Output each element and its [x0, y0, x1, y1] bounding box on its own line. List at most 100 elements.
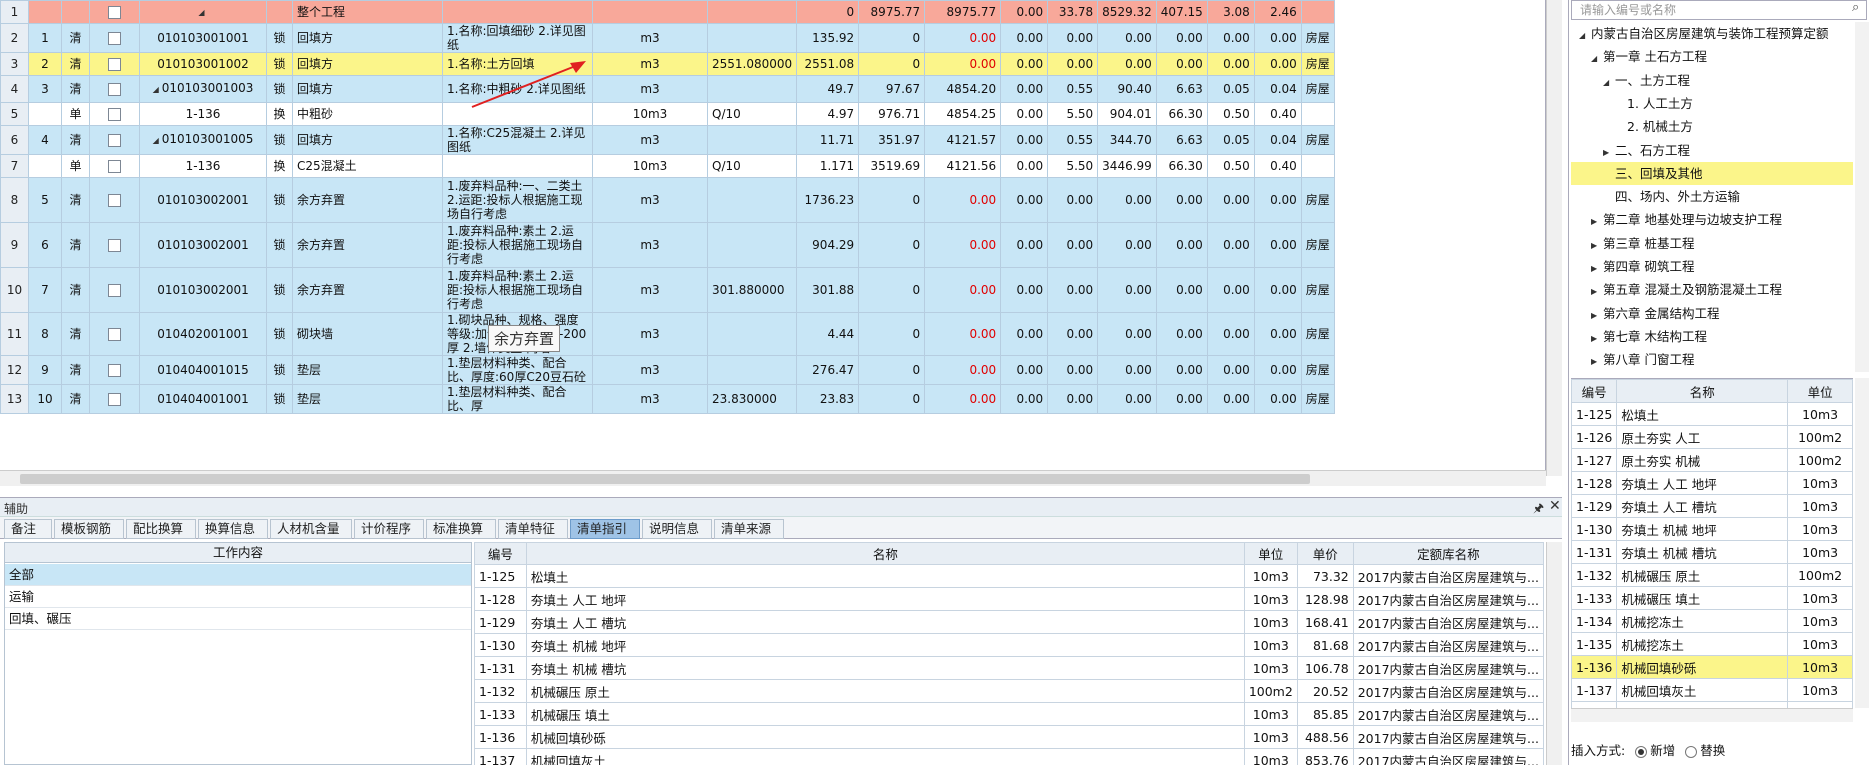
- tree-node[interactable]: ▶ 第四章 砌筑工程: [1571, 255, 1853, 278]
- quota-row[interactable]: 1-136 机械回填砂砾 10m3 488.56 2017内蒙古自治区房屋建筑与...: [474, 725, 1544, 749]
- name-cell[interactable]: 余方弃置: [292, 267, 443, 313]
- code-cell[interactable]: 010103001002: [139, 52, 267, 76]
- name-cell[interactable]: 回填方: [292, 52, 443, 76]
- expand-icon[interactable]: ◢: [198, 6, 204, 20]
- list-row[interactable]: 1-126 原土夯实 人工 100m2: [1571, 425, 1853, 449]
- code-cell[interactable]: 010402001001: [139, 312, 267, 356]
- name-cell[interactable]: 回填方: [292, 125, 443, 155]
- tree-node[interactable]: ◢ 第一章 土石方工程: [1571, 45, 1853, 68]
- tab-4[interactable]: 人材机含量: [270, 519, 352, 539]
- radio-replace-label[interactable]: 替换: [1700, 743, 1725, 758]
- tree-node[interactable]: ▶ 第八章 门窗工程: [1571, 348, 1853, 371]
- quota-vertical-scrollbar[interactable]: [1546, 542, 1562, 765]
- row-checkbox[interactable]: [108, 32, 121, 45]
- tree-arrow-icon[interactable]: ▶: [1591, 210, 1603, 233]
- tree-arrow-icon[interactable]: ◢: [1591, 47, 1603, 70]
- quota-row[interactable]: 1-129 夯填土 人工 槽坑 10m3 168.41 2017内蒙古自治区房屋建筑与.…: [474, 610, 1544, 634]
- code-cell[interactable]: 010103001001: [139, 23, 267, 53]
- tree-arrow-icon[interactable]: ▶: [1591, 350, 1603, 372]
- table-row[interactable]: 12 9 清 010404001015 锁垫层 1.垫层材料种类、配合比、厚度:60厚C2…: [0, 355, 1335, 385]
- quota-row[interactable]: 1-130 夯填土 机械 地坪 10m3 81.68 2017内蒙古自治区房屋建筑与..…: [474, 633, 1544, 657]
- tree-arrow-icon[interactable]: ▶: [1603, 141, 1615, 164]
- tree-node[interactable]: ▶ 第五章 混凝土及钢筋混凝土工程: [1571, 278, 1853, 301]
- tree-node[interactable]: ◢ 内蒙古自治区房屋建筑与装饰工程预算定额: [1571, 22, 1853, 45]
- tab-2[interactable]: 配比换算: [126, 519, 196, 539]
- table-row[interactable]: 8 5 清 010103002001 锁余方弃置 1.废弃料品种:一、二类土 2.运距:投…: [0, 177, 1335, 223]
- table-row[interactable]: 2 1 清 010103001001 锁回填方 1.名称:回填细砂 2.详见图纸 m3 135…: [0, 23, 1335, 53]
- row-checkbox[interactable]: [108, 239, 121, 252]
- tree-node[interactable]: ▶ 第三章 桩基工程: [1571, 232, 1853, 255]
- code-cell[interactable]: 010404001015: [139, 355, 267, 385]
- list-horizontal-scrollbar[interactable]: [1571, 708, 1853, 722]
- table-row[interactable]: 10 7 清 010103002001 锁余方弃置 1.废弃料品种:素土 2.运距:投标人…: [0, 267, 1335, 313]
- list-row[interactable]: 1-132 机械碾压 原土 100m2: [1571, 563, 1853, 587]
- list-row[interactable]: 1-127 原土夯实 机械 100m2: [1571, 448, 1853, 472]
- table-row[interactable]: 13 10 清 010404001001 锁垫层 1.垫层材料种类、配合比、厚 m3 23.8…: [0, 384, 1335, 414]
- row-checkbox[interactable]: [108, 194, 121, 207]
- tab-10[interactable]: 清单来源: [714, 519, 784, 539]
- code-cell[interactable]: ◢ 010103001005: [139, 125, 267, 155]
- code-cell[interactable]: 1-136: [139, 102, 267, 126]
- list-row[interactable]: 1-137 机械回填灰土 10m3: [1571, 678, 1853, 702]
- search-input[interactable]: 请输入编号或名称: [1571, 0, 1867, 20]
- list-row[interactable]: 1-125 松填土 10m3: [1571, 402, 1853, 426]
- row-checkbox[interactable]: [108, 160, 121, 173]
- work-item[interactable]: 回填、碾压: [5, 608, 471, 630]
- name-cell[interactable]: 整个工程: [292, 0, 443, 24]
- name-cell[interactable]: 余方弃置: [292, 222, 443, 268]
- code-cell[interactable]: ◢ 010103001003: [139, 75, 267, 103]
- tree-node[interactable]: ▶ 二、石方工程: [1571, 139, 1853, 162]
- code-cell[interactable]: 010103002001: [139, 177, 267, 223]
- tab-7[interactable]: 清单特征: [498, 519, 568, 539]
- code-cell[interactable]: 010103002001: [139, 267, 267, 313]
- code-cell[interactable]: 010404001001: [139, 384, 267, 414]
- quota-row[interactable]: 1-133 机械碾压 填土 10m3 85.85 2017内蒙古自治区房屋建筑与...: [474, 702, 1544, 726]
- tree-arrow-icon[interactable]: ▶: [1591, 327, 1603, 350]
- list-row[interactable]: 1-131 夯填土 机械 槽坑 10m3: [1571, 540, 1853, 564]
- name-cell[interactable]: 余方弃置: [292, 177, 443, 223]
- row-checkbox[interactable]: [108, 83, 121, 96]
- work-item[interactable]: 全部: [5, 564, 471, 586]
- search-icon[interactable]: ⌕: [1852, 0, 1859, 15]
- list-row[interactable]: 1-129 夯填土 人工 槽坑 10m3: [1571, 494, 1853, 518]
- tree-arrow-icon[interactable]: ◢: [1603, 71, 1615, 94]
- work-item[interactable]: 运输: [5, 586, 471, 608]
- radio-replace[interactable]: [1685, 745, 1698, 758]
- radio-new[interactable]: [1635, 745, 1648, 758]
- tree-node[interactable]: 2. 机械土方: [1571, 115, 1853, 138]
- tree-scrollbar[interactable]: [1855, 22, 1869, 372]
- quota-row[interactable]: 1-131 夯填土 机械 槽坑 10m3 106.78 2017内蒙古自治区房屋建筑与.…: [474, 656, 1544, 680]
- table-row[interactable]: 7 单 1-136 换 C25混凝土 10m3 Q/10 1.171 3519.69 4121.5…: [0, 154, 1335, 178]
- tree-arrow-icon[interactable]: ◢: [1579, 24, 1591, 47]
- close-icon[interactable]: ✕: [1549, 498, 1561, 514]
- name-cell[interactable]: 回填方: [292, 23, 443, 53]
- list-row[interactable]: 1-136 机械回填砂砾 10m3: [1571, 655, 1853, 679]
- name-cell[interactable]: 垫层: [292, 355, 443, 385]
- quota-row[interactable]: 1-132 机械碾压 原土 100m2 20.52 2017内蒙古自治区房屋建筑与...: [474, 679, 1544, 703]
- tree-arrow-icon[interactable]: ▶: [1591, 234, 1603, 257]
- tree-node[interactable]: ▶ 第六章 金属结构工程: [1571, 302, 1853, 325]
- bill-grid[interactable]: 1 ◢ 整个工程 0 8975.77 8975.77 0.00 33.78 8529.32 407…: [0, 0, 1546, 476]
- grid-horizontal-scrollbar[interactable]: [0, 470, 1546, 486]
- row-checkbox[interactable]: [108, 284, 121, 297]
- name-cell[interactable]: 回填方: [292, 75, 443, 103]
- quota-row[interactable]: 1-137 机械回填灰土 10m3 853.76 2017内蒙古自治区房屋建筑与...: [474, 748, 1544, 765]
- tree-node[interactable]: 四、场内、外土方运输: [1571, 185, 1853, 208]
- name-cell[interactable]: 垫层: [292, 384, 443, 414]
- tree-node[interactable]: ◢ 一、土方工程: [1571, 69, 1853, 92]
- row-checkbox[interactable]: [108, 134, 121, 147]
- row-checkbox[interactable]: [108, 6, 121, 19]
- tree-arrow-icon[interactable]: ▶: [1591, 304, 1603, 327]
- scroll-thumb[interactable]: [20, 474, 1310, 484]
- table-row[interactable]: 5 单 1-136 换中粗砂 10m3 Q/10 4.97 976.71 4854.25 0.00…: [0, 102, 1335, 126]
- name-cell[interactable]: C25混凝土: [292, 154, 443, 178]
- table-row[interactable]: 4 3 清 ◢ 010103001003 锁回填方 1.名称:中粗砂 2.详见图纸 m3 49.…: [0, 75, 1335, 103]
- tree-arrow-icon[interactable]: ▶: [1591, 257, 1603, 280]
- list-row[interactable]: 1-130 夯填土 机械 地坪 10m3: [1571, 517, 1853, 541]
- list-row[interactable]: 1-135 机械挖冻土 10m3: [1571, 632, 1853, 656]
- tree-node[interactable]: ▶ 第七章 木结构工程: [1571, 325, 1853, 348]
- expand-icon[interactable]: ◢: [153, 83, 159, 97]
- quota-row[interactable]: 1-125 松填土 10m3 73.32 2017内蒙古自治区房屋建筑与...: [474, 564, 1544, 588]
- code-cell[interactable]: 010103002001: [139, 222, 267, 268]
- tab-6[interactable]: 标准换算: [426, 519, 496, 539]
